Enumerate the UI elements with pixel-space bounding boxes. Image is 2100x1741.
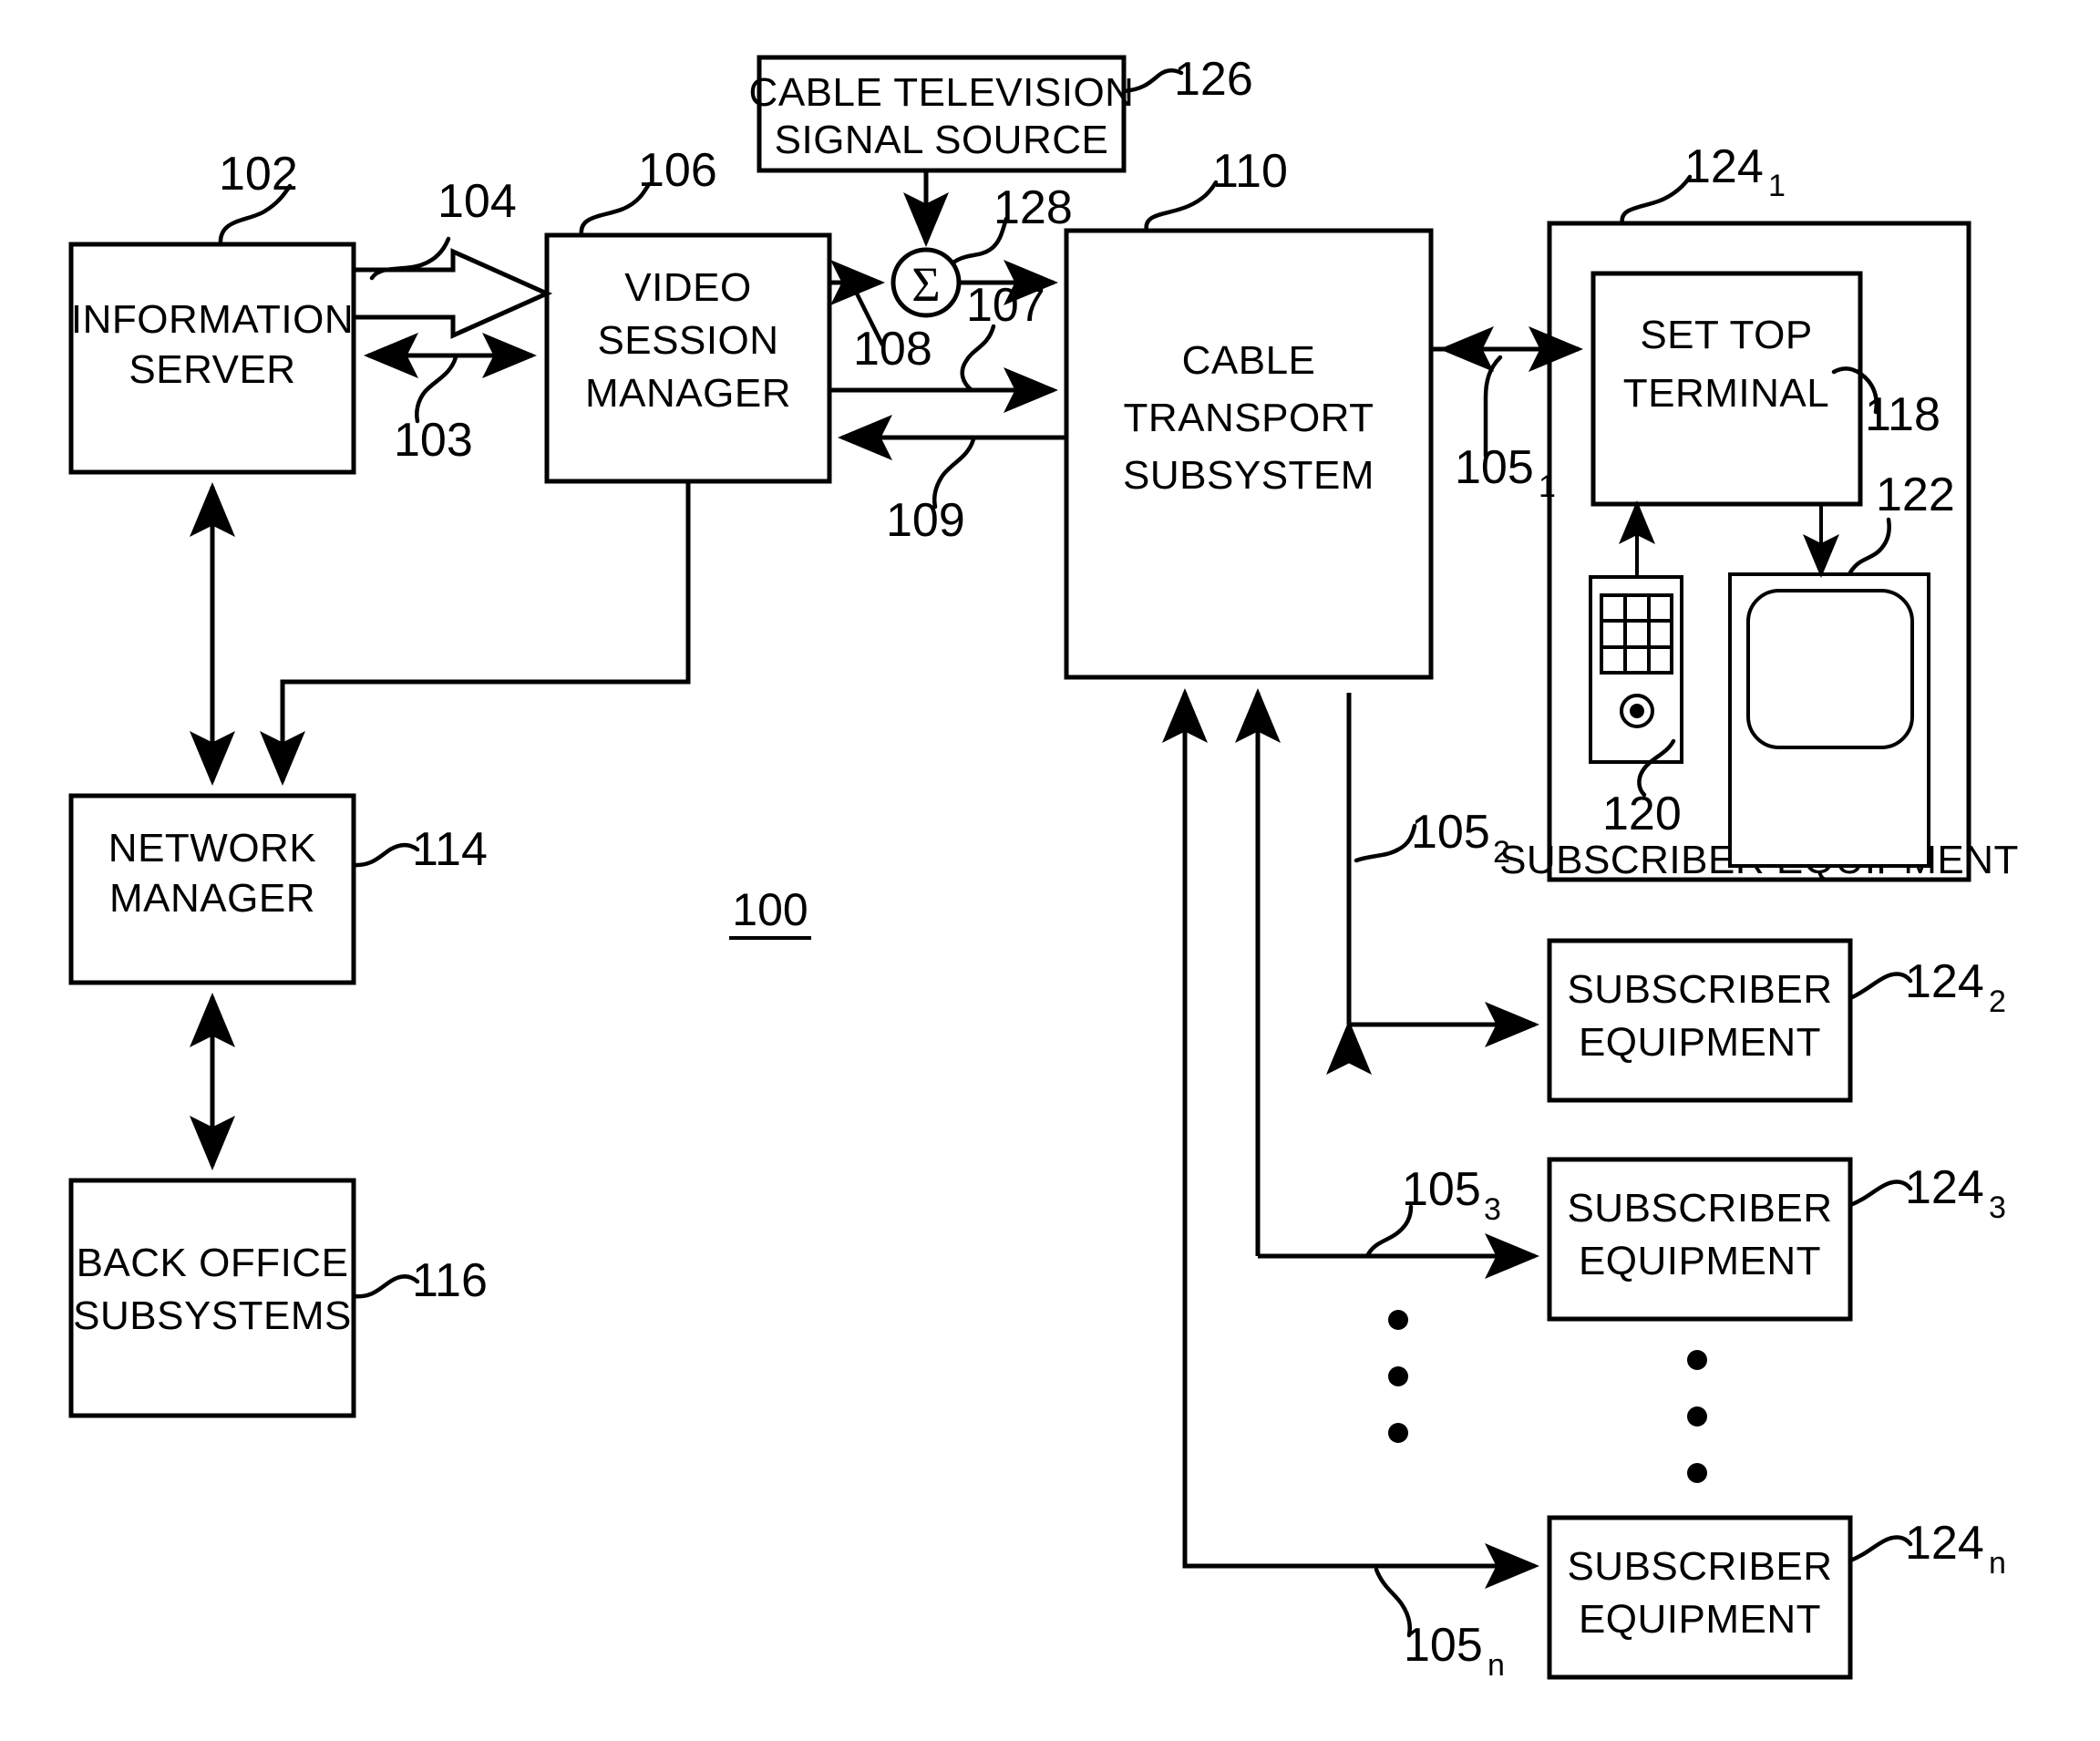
back-office-label-line2: SUBSYSTEMS (73, 1293, 352, 1338)
line-to-subscriber-equipment-n (1182, 1037, 1539, 1589)
ref-subscript-124-n: n (1989, 1546, 2006, 1581)
line-vsm-to-networkmanager (260, 481, 691, 786)
ref-number-106: 106 (638, 144, 717, 197)
vsm-label-line2: SESSION (597, 318, 778, 363)
ref-number-105-2: 105 (1411, 806, 1490, 859)
ref-number-103: 103 (394, 414, 473, 467)
ref-leader-106: 106 (579, 144, 717, 238)
ref-leader-126: 126 (1121, 53, 1253, 106)
ref-leader-116: 116 (351, 1254, 488, 1307)
ref-leader-105-3: 105 3 (1364, 1163, 1501, 1259)
ref-leader-124-n: 124 n (1848, 1517, 2006, 1581)
subscriber-equipment-2-label-line2: EQUIPMENT (1579, 1020, 1821, 1065)
back-office-label-line1: BACK OFFICE (77, 1241, 349, 1285)
block-subscriber-equipment-n[interactable]: SUBSCRIBER EQUIPMENT (1547, 1515, 1853, 1680)
ref-leader-104: 104 (369, 175, 517, 281)
figure-number: 100 (729, 884, 811, 940)
subscriber-equipment-3-label-line1: SUBSCRIBER (1567, 1186, 1832, 1231)
television-device[interactable] (1728, 572, 1930, 868)
patent-figure-page: INFORMATION SERVER 102 VIDEO SESSION MAN… (0, 0, 2100, 1741)
set-top-terminal-label-line2: TERMINAL (1623, 371, 1829, 416)
network-manager-label-line1: NETWORK (108, 826, 316, 870)
cable-transport-label-line2: TRANSPORT (1123, 396, 1374, 440)
ref-leader-102: 102 (218, 148, 298, 247)
ref-number-105-3: 105 (1402, 1163, 1481, 1216)
ref-number-114: 114 (412, 823, 488, 876)
ref-leader-124-2: 124 2 (1848, 955, 2006, 1019)
ref-leader-114: 114 (351, 823, 488, 876)
subscriber-equipment-n-label-line2: EQUIPMENT (1579, 1597, 1821, 1642)
ref-leader-109: 109 (886, 437, 976, 547)
block-subscriber-equipment-3[interactable]: SUBSCRIBER EQUIPMENT (1547, 1157, 1853, 1322)
block-information-server[interactable]: INFORMATION SERVER (68, 242, 356, 475)
ref-number-110: 110 (1212, 145, 1288, 198)
block-network-manager[interactable]: NETWORK MANAGER (68, 793, 356, 985)
ref-number-104: 104 (438, 175, 517, 228)
block-video-session-manager[interactable]: VIDEO SESSION MANAGER (544, 232, 832, 484)
ref-leader-128: 128 (951, 181, 1073, 265)
ref-number-126: 126 (1174, 53, 1253, 106)
ref-number-118: 118 (1865, 388, 1940, 441)
block-set-top-terminal[interactable]: SET TOP TERMINAL (1590, 271, 1863, 507)
cable-transport-label-line1: CABLE (1182, 338, 1316, 383)
subscriber-equipment-2-label-line1: SUBSCRIBER (1567, 967, 1832, 1012)
information-server-label-line2: SERVER (129, 347, 295, 392)
ref-number-120: 120 (1602, 788, 1682, 840)
information-server-label-line1: INFORMATION (71, 297, 354, 342)
ref-number-107: 107 (966, 279, 1045, 332)
ref-number-122: 122 (1876, 469, 1955, 521)
ref-number-102: 102 (219, 148, 298, 201)
ref-leader-105-n: 105 n (1374, 1567, 1505, 1683)
block-subscriber-equipment-2[interactable]: SUBSCRIBER EQUIPMENT (1547, 938, 1853, 1103)
ref-subscript-105-3: 3 (1484, 1192, 1501, 1227)
ref-leader-103: 103 (394, 355, 473, 467)
block-diagram-canvas: INFORMATION SERVER 102 VIDEO SESSION MAN… (68, 53, 2018, 1683)
ref-leader-105-2: 105 2 (1354, 806, 1510, 870)
cable-transport-label-line3: SUBSYSTEM (1123, 453, 1374, 498)
network-manager-label-line2: MANAGER (109, 876, 315, 921)
summer-node[interactable]: Σ (890, 247, 962, 318)
ref-number-109: 109 (886, 494, 965, 547)
ref-subscript-105-n: n (1488, 1648, 1505, 1683)
subscriber-equipment-n-label-line1: SUBSCRIBER (1567, 1544, 1832, 1589)
cable-tv-source-label-line2: SIGNAL SOURCE (775, 118, 1109, 162)
ref-number-124-2: 124 (1905, 955, 1984, 1008)
connection-104-bulk-arrow (351, 248, 553, 339)
ref-leader-105-1: 105 1 (1455, 355, 1556, 504)
ellipsis-left-column (1388, 1310, 1408, 1443)
ref-number-105-n: 105 (1404, 1619, 1483, 1672)
ref-number-124-n: 124 (1905, 1517, 1984, 1570)
ref-subscript-124-3: 3 (1989, 1190, 2006, 1225)
ref-subscript-124-2: 2 (1989, 984, 2006, 1019)
sigma-icon: Σ (911, 257, 940, 312)
ref-number-116: 116 (412, 1254, 488, 1307)
ref-leader-107: 107 (960, 279, 1045, 393)
ellipsis-right-column (1687, 1350, 1707, 1483)
subscriber-equipment-3-label-line2: EQUIPMENT (1579, 1239, 1821, 1283)
ref-leader-124-3: 124 3 (1848, 1161, 2006, 1225)
ref-number-124-3: 124 (1905, 1161, 1984, 1214)
remote-control-device[interactable] (1589, 575, 1683, 764)
ref-leader-124-1: 124 1 (1620, 140, 1786, 226)
ref-number-105-1: 105 (1455, 441, 1534, 494)
ref-number-124-1: 124 (1684, 140, 1764, 193)
block-back-office-subsystems[interactable]: BACK OFFICE SUBSYSTEMS (68, 1178, 356, 1418)
set-top-terminal-label-line1: SET TOP (1640, 313, 1812, 357)
vsm-label-line3: MANAGER (585, 371, 791, 416)
figure-number-label: 100 (732, 884, 808, 935)
ref-subscript-105-1: 1 (1539, 469, 1556, 504)
ref-leader-110: 110 (1144, 145, 1288, 233)
vsm-label-line1: VIDEO (624, 265, 751, 310)
ref-subscript-105-2: 2 (1493, 835, 1510, 870)
ref-subscript-124-1: 1 (1768, 169, 1786, 203)
ref-number-108: 108 (853, 323, 932, 376)
cable-tv-source-label-line1: CABLE TELEVISION (749, 70, 1135, 115)
block-cable-transport-subsystem[interactable]: CABLE TRANSPORT SUBSYSTEM (1064, 228, 1434, 680)
block-cable-television-signal-source[interactable]: CABLE TELEVISION SIGNAL SOURCE (749, 55, 1135, 173)
ref-number-128: 128 (993, 181, 1073, 234)
